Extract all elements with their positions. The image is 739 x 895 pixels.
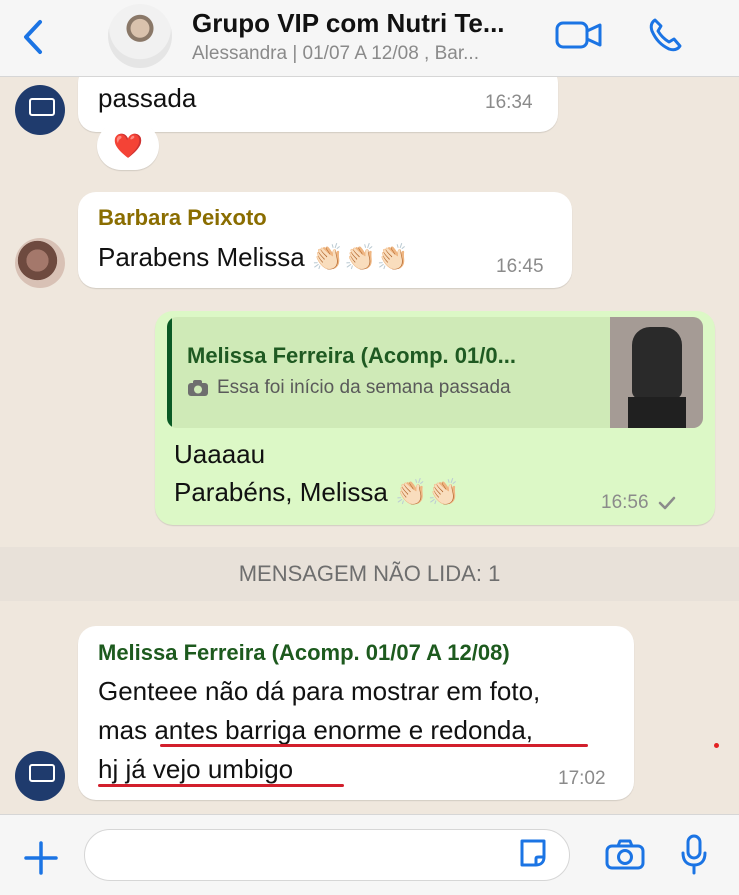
- camera-icon: [188, 380, 208, 396]
- message-text: passada: [98, 83, 197, 113]
- sender-avatar-logo[interactable]: [15, 85, 65, 135]
- chat-subtitle[interactable]: Alessandra | 01/07 A 12/08 , Bar...: [192, 43, 542, 65]
- quote-accent-bar: [167, 317, 172, 428]
- message-line: Parabéns, Melissa 👏🏻👏🏻: [174, 477, 460, 507]
- red-underline: [160, 744, 588, 747]
- group-avatar[interactable]: [108, 4, 172, 68]
- message-time-status: 16:56: [601, 492, 677, 514]
- message-bubble[interactable]: Barbara Peixoto Parabens Melissa 👏🏻👏🏻👏🏻 …: [78, 192, 572, 288]
- message-time: 16:34: [485, 92, 533, 113]
- sticker-icon[interactable]: [516, 837, 550, 871]
- camera-icon[interactable]: [604, 837, 646, 871]
- message-input[interactable]: [84, 829, 570, 881]
- message-line: hj já vejo umbigo: [98, 754, 294, 784]
- quoted-photo-thumbnail: [610, 317, 703, 428]
- quoted-message[interactable]: Melissa Ferreira (Acomp. 01/0... Essa fo…: [167, 317, 703, 428]
- sender-avatar-logo[interactable]: [15, 751, 65, 801]
- message-time: 16:45: [496, 256, 544, 277]
- reaction-badge[interactable]: ❤️: [97, 122, 159, 170]
- message-bubble[interactable]: passada 16:34: [78, 77, 558, 132]
- message-bubble[interactable]: Melissa Ferreira (Acomp. 01/07 A 12/08) …: [78, 626, 634, 800]
- check-icon: [658, 496, 675, 510]
- quoted-sender: Melissa Ferreira (Acomp. 01/0...: [187, 343, 516, 368]
- plus-icon[interactable]: [22, 839, 60, 877]
- message-sender[interactable]: Melissa Ferreira (Acomp. 01/07 A 12/08): [98, 640, 510, 666]
- quoted-text-row: Essa foi início da semana passada: [187, 377, 511, 399]
- message-text: Parabens Melissa 👏🏻👏🏻👏🏻: [98, 242, 409, 272]
- message-sender[interactable]: Barbara Peixoto: [98, 205, 267, 231]
- composer-bar: [0, 814, 739, 895]
- phone-icon[interactable]: [646, 16, 684, 54]
- microphone-icon[interactable]: [679, 833, 709, 877]
- red-dot-marker: [714, 743, 719, 748]
- chat-header: Grupo VIP com Nutri Te... Alessandra | 0…: [0, 0, 739, 77]
- quoted-text: Essa foi início da semana passada: [217, 377, 511, 398]
- red-underline: [98, 784, 344, 787]
- message-time: 16:56: [601, 492, 649, 513]
- sender-avatar-photo[interactable]: [15, 238, 65, 288]
- message-line: Genteee não dá para mostrar em foto,: [98, 676, 541, 706]
- unread-message-separator: MENSAGEM NÃO LIDA: 1: [0, 547, 739, 601]
- chevron-left-icon[interactable]: [18, 18, 52, 56]
- message-list[interactable]: passada 16:34 ❤️ Barbara Peixoto Paraben…: [0, 77, 739, 813]
- message-line: Uaaaau: [174, 439, 266, 469]
- chat-title[interactable]: Grupo VIP com Nutri Te...: [192, 8, 542, 39]
- message-time: 17:02: [558, 768, 606, 789]
- video-camera-icon[interactable]: [555, 18, 603, 52]
